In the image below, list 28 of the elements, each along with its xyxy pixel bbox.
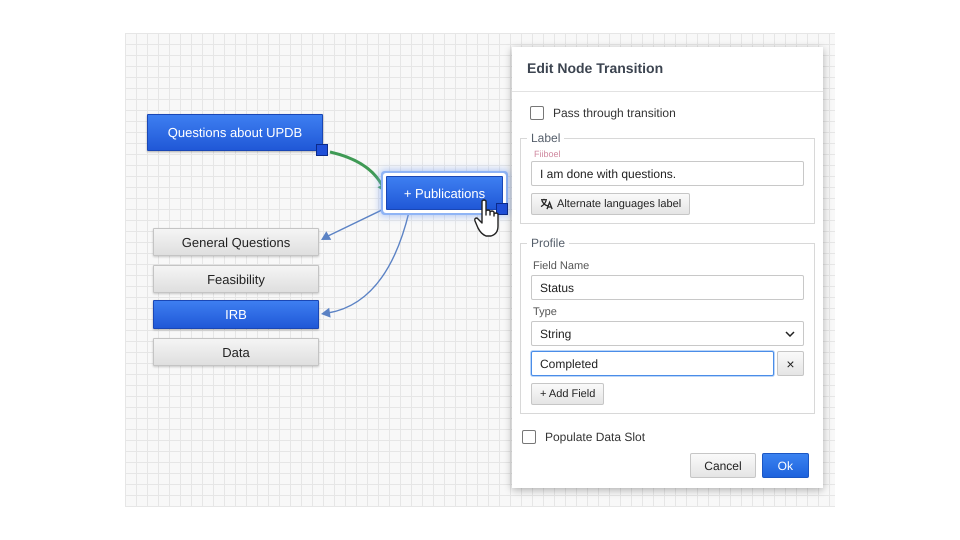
checkbox-label[interactable]: Populate Data Slot [545,430,646,444]
type-dropdown[interactable]: String [531,321,804,346]
checkbox[interactable] [522,430,536,444]
checkbox-label[interactable]: Pass through transition [553,106,676,120]
value-input[interactable]: Completed [531,351,774,376]
flow-node[interactable]: General Questions [153,228,319,256]
add-field-button[interactable]: + Add Field [531,383,604,405]
field-label: Field Name [533,260,590,272]
flow-node[interactable]: Data [153,338,319,366]
ok-button[interactable]: Ok [762,453,809,478]
connector-handle[interactable] [496,203,508,215]
dialog-title: Edit Node Transition [512,47,823,92]
fieldset-legend: Profile [527,236,570,250]
flow-node[interactable]: Questions about UPDB [147,114,323,151]
fieldset-legend: Label [527,131,564,145]
label-input[interactable]: I am done with questions. [531,161,804,186]
chevron-down-icon [785,330,795,336]
checkbox[interactable] [530,106,544,120]
field-label: Fiiboel [534,149,562,159]
translate-icon [540,198,554,210]
field-label: Type [533,306,558,318]
connector-handle[interactable] [316,144,328,156]
alternate-languages-button[interactable]: Alternate languages label [531,193,690,215]
field-name-input[interactable]: Status [531,275,804,300]
cancel-button[interactable]: Cancel [690,453,756,478]
flow-node[interactable]: Feasibility [153,265,319,293]
flow-node[interactable]: IRB [153,300,319,329]
remove-button[interactable]: × [777,351,804,376]
